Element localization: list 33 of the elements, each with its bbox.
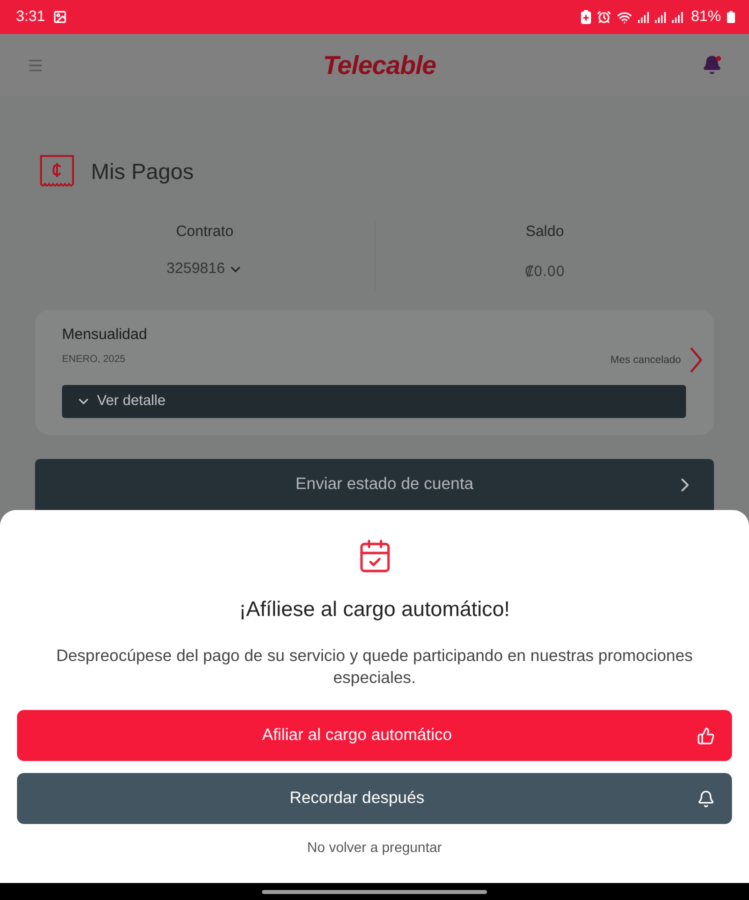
battery-icon <box>727 11 735 23</box>
period-label: ENERO, 2025 <box>62 353 126 367</box>
card-title: Mensualidad <box>62 325 148 345</box>
dont-ask-again-link[interactable]: No volver a preguntar <box>307 837 442 857</box>
summary-label: Contrato <box>176 223 234 241</box>
chevron-right-icon <box>690 347 702 373</box>
bell-icon <box>697 790 715 808</box>
dialog-title: ¡Afíliese al cargo automático! <box>239 597 510 623</box>
detail-toggle-button[interactable]: Ver detalle <box>62 385 686 418</box>
receipt-icon <box>40 155 74 188</box>
image-icon <box>53 10 68 24</box>
bell-icon <box>702 55 722 75</box>
signal-icon <box>654 12 666 22</box>
send-statement-button[interactable]: Enviar estado de cuenta <box>35 459 714 510</box>
wifi-icon <box>616 10 632 24</box>
signal-icon <box>638 12 649 22</box>
alarm-clock-icon <box>596 10 611 24</box>
telecable-logo: Telecable <box>322 49 436 81</box>
summary-label: Saldo <box>526 223 564 241</box>
payment-status: Mes cancelado <box>610 353 681 367</box>
thumbs-up-icon <box>697 726 715 744</box>
notifications-button[interactable] <box>700 53 723 77</box>
remind-later-button[interactable]: Recordar después <box>17 773 732 824</box>
page-title: Mis Pagos <box>91 158 194 186</box>
battery-plus-icon <box>580 10 591 24</box>
signal-icon <box>672 12 683 22</box>
status-time: 3:31 <box>16 7 46 27</box>
enroll-button[interactable]: Afiliar al cargo automático <box>17 710 732 761</box>
home-indicator[interactable] <box>262 890 487 894</box>
battery-percentage: 81% <box>690 7 721 27</box>
summary-value: ₡0.00 <box>524 264 565 280</box>
next-button[interactable] <box>688 347 704 373</box>
dialog-message: Despreocúpese del pago de su servicio y quede participando en nuestras promociones especiales. <box>55 646 694 689</box>
